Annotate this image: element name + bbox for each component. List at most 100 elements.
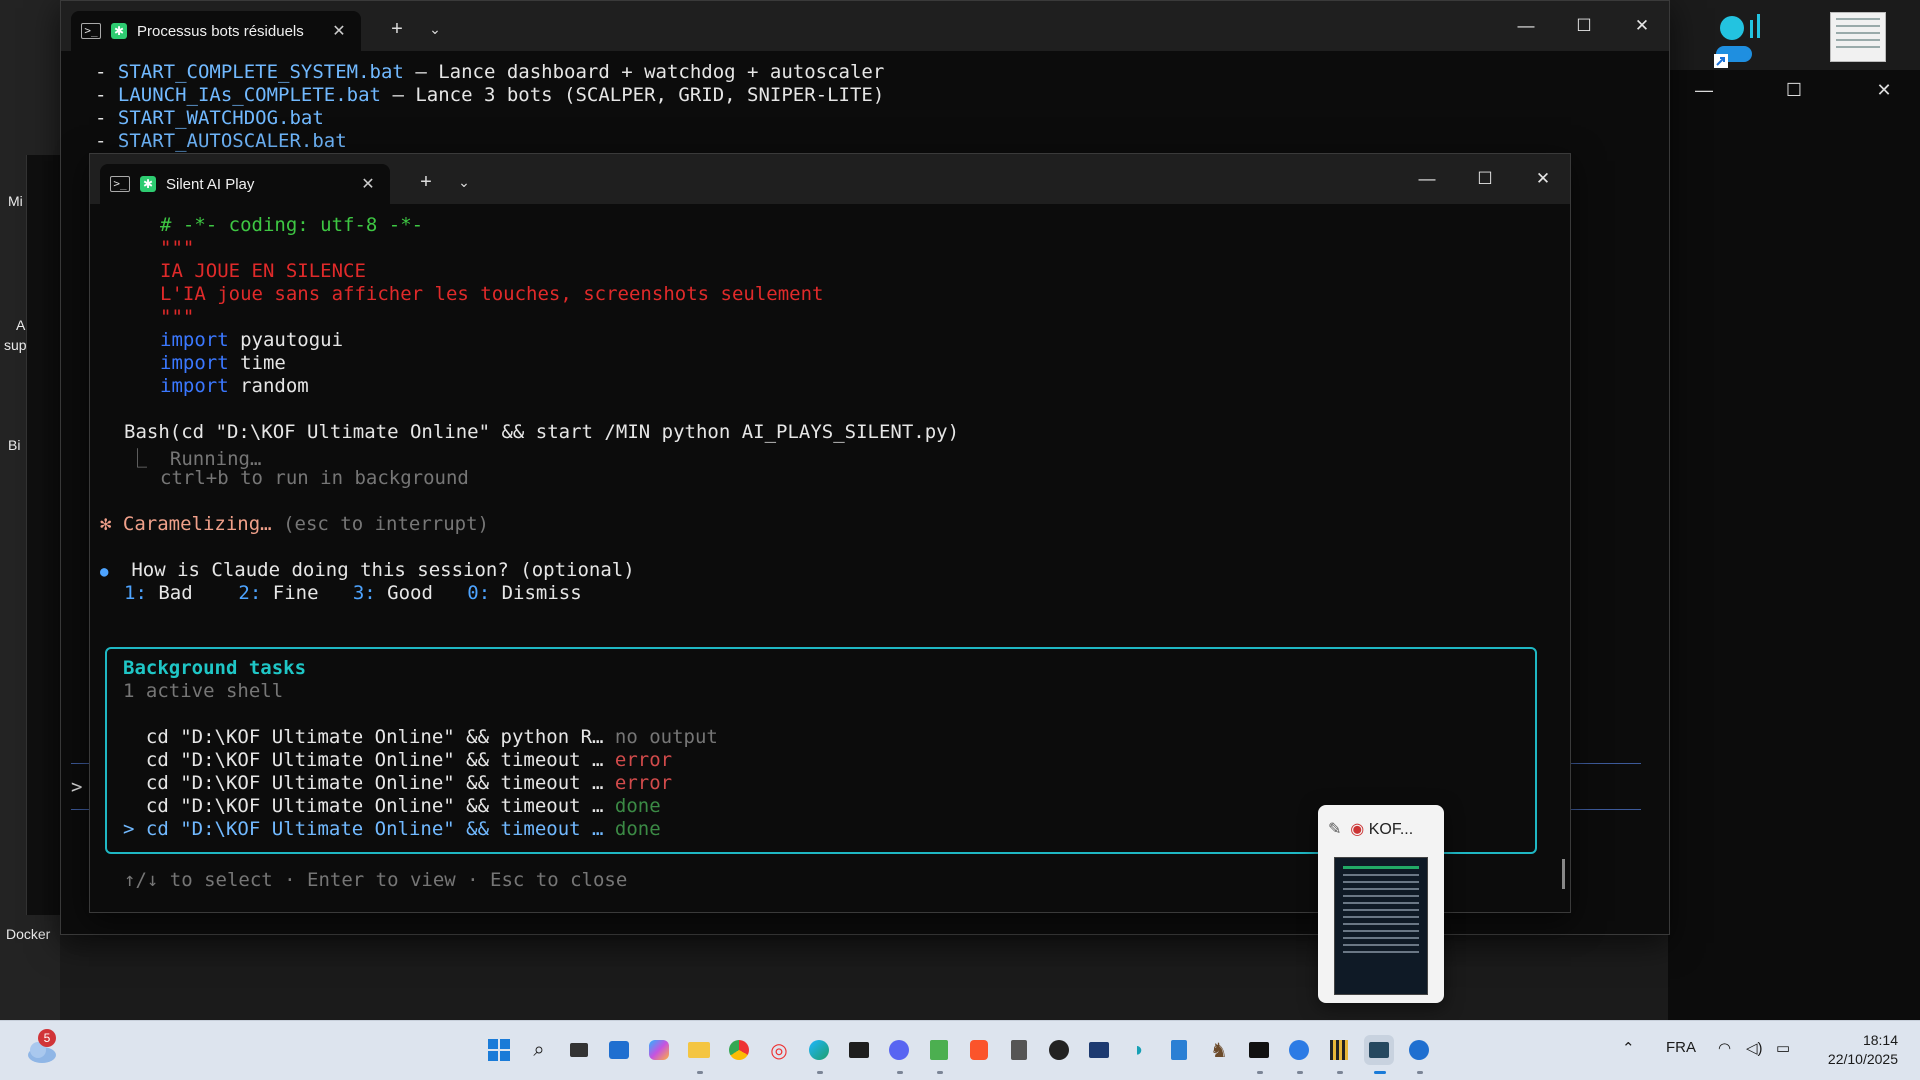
- powershell-icon[interactable]: [1084, 1035, 1114, 1065]
- notepad-icon[interactable]: [924, 1035, 954, 1065]
- calculator-icon[interactable]: [1004, 1035, 1034, 1065]
- code-line: import time: [160, 352, 286, 374]
- taskbar: 5 ⌕ ◎ ◗ ♞ ⌃ FRA ◠ ◁) ▭ 18:14 22/10/2025: [0, 1020, 1920, 1080]
- clock-time: 18:14: [1862, 1032, 1898, 1048]
- claude-icon: ✱: [140, 176, 156, 192]
- cmd-icon[interactable]: [1244, 1035, 1274, 1065]
- feedback-options[interactable]: 1: Bad 2: Fine 3: Good 0: Dismiss: [124, 582, 582, 604]
- game-icon[interactable]: ♞: [1204, 1035, 1234, 1065]
- clock-date: 22/10/2025: [1827, 1051, 1898, 1067]
- wifi-icon[interactable]: ◠: [1718, 1039, 1731, 1057]
- close-tab-icon[interactable]: ✕: [327, 21, 351, 41]
- store-icon[interactable]: [604, 1035, 634, 1065]
- terminal-icon[interactable]: [844, 1035, 874, 1065]
- scrollbar[interactable]: [1562, 859, 1565, 889]
- preview-title: ✎ ◉ KOF...: [1328, 821, 1414, 838]
- code-line: """: [160, 306, 195, 328]
- code-line: # -*- coding: utf-8 -*-: [160, 214, 424, 236]
- minimize-icon[interactable]: —: [1398, 154, 1456, 204]
- desktop-label[interactable]: A: [16, 317, 25, 333]
- background-hint: ctrl+b to run in background: [160, 467, 469, 489]
- code-line: import pyautogui: [160, 329, 344, 351]
- obs-icon[interactable]: [1044, 1035, 1074, 1065]
- output-line: - START_AUTOSCALER.bat: [95, 130, 347, 152]
- close-icon[interactable]: ✕: [1514, 154, 1572, 204]
- chrome-icon[interactable]: [724, 1035, 754, 1065]
- new-tab-icon[interactable]: +: [408, 164, 444, 200]
- copilot-icon[interactable]: [644, 1035, 674, 1065]
- task-row-selected[interactable]: > cd "D:\KOF Ultimate Online" && timeout…: [123, 818, 661, 840]
- brave-icon[interactable]: [964, 1035, 994, 1065]
- running-indicator: [1297, 1071, 1303, 1074]
- feather-icon: ✎: [1328, 821, 1342, 838]
- running-indicator: [897, 1071, 903, 1074]
- start-icon[interactable]: [484, 1035, 514, 1065]
- footer-hint: ↑/↓ to select · Enter to view · Esc to c…: [124, 869, 628, 891]
- maximize-icon[interactable]: ☐: [1555, 1, 1613, 51]
- code-line: L'IA joue sans afficher les touches, scr…: [160, 283, 824, 305]
- close-icon[interactable]: ✕: [1856, 70, 1912, 110]
- desktop-label[interactable]: Mi: [8, 193, 23, 209]
- running-indicator: [697, 1071, 703, 1074]
- tab-silent-ai-play[interactable]: >_ ✱ Silent AI Play ✕: [100, 164, 390, 204]
- titlebar: >_ ✱ Silent AI Play ✕ + ⌄ — ☐ ✕: [90, 154, 1570, 204]
- task-row[interactable]: cd "D:\KOF Ultimate Online" && timeout ……: [123, 772, 672, 794]
- discord-icon[interactable]: [884, 1035, 914, 1065]
- battery-icon[interactable]: ▭: [1776, 1039, 1790, 1057]
- document-thumbnail[interactable]: [1830, 12, 1886, 62]
- opera-icon[interactable]: ◎: [764, 1035, 794, 1065]
- desktop-label[interactable]: Bi: [8, 437, 20, 453]
- task-row[interactable]: cd "D:\KOF Ultimate Online" && python R……: [123, 726, 718, 748]
- terminal-window-inner: >_ ✱ Silent AI Play ✕ + ⌄ — ☐ ✕ # -*- co…: [89, 153, 1571, 913]
- bluestacks-icon[interactable]: [1284, 1035, 1314, 1065]
- mx-icon[interactable]: [1404, 1035, 1434, 1065]
- maximize-icon[interactable]: ☐: [1456, 154, 1514, 204]
- powershell-icon: >_: [81, 23, 101, 39]
- status-line: ✻ Caramelizing… (esc to interrupt): [100, 513, 489, 535]
- task-row[interactable]: cd "D:\KOF Ultimate Online" && timeout ……: [123, 749, 672, 771]
- code-line: """: [160, 237, 195, 259]
- clock[interactable]: 18:14 22/10/2025: [1828, 1031, 1898, 1069]
- desktop-label[interactable]: Docker: [6, 926, 50, 942]
- running-indicator: [1417, 1071, 1423, 1074]
- taskbar-preview[interactable]: ✎ ◉ KOF...: [1318, 805, 1444, 1003]
- close-icon[interactable]: ✕: [1613, 1, 1671, 51]
- search-icon[interactable]: ⌕: [524, 1035, 554, 1065]
- code-line: import random: [160, 375, 309, 397]
- language-indicator[interactable]: FRA: [1666, 1039, 1696, 1056]
- running-indicator: [937, 1071, 943, 1074]
- close-tab-icon[interactable]: ✕: [356, 174, 380, 194]
- chevron-up-icon[interactable]: ⌃: [1622, 1039, 1635, 1057]
- maximize-icon[interactable]: ☐: [1766, 70, 1822, 110]
- powershell-icon: >_: [110, 176, 130, 192]
- code-line: IA JOUE EN SILENCE: [160, 260, 366, 282]
- chevron-down-icon[interactable]: ⌄: [446, 164, 482, 200]
- desktop-label[interactable]: sup: [4, 337, 27, 353]
- folder-icon[interactable]: [684, 1035, 714, 1065]
- kof-icon: ◉: [1350, 821, 1365, 838]
- running-indicator: [817, 1071, 823, 1074]
- minimize-icon[interactable]: —: [1676, 70, 1732, 110]
- task-row[interactable]: cd "D:\KOF Ultimate Online" && timeout ……: [123, 795, 661, 817]
- task-view-icon[interactable]: [564, 1035, 594, 1065]
- chevron-down-icon[interactable]: ⌄: [417, 11, 453, 47]
- new-tab-icon[interactable]: +: [379, 11, 415, 47]
- app-icon[interactable]: ◗: [1124, 1035, 1154, 1065]
- preview-thumbnail: [1334, 857, 1428, 995]
- notes-icon[interactable]: [1164, 1035, 1194, 1065]
- panel-title: Background tasks: [123, 657, 307, 679]
- titlebar: >_ ✱ Processus bots résiduels ✕ + ⌄ — ☐ …: [61, 1, 1669, 51]
- edge-icon[interactable]: [804, 1035, 834, 1065]
- notification-badge: 5: [38, 1029, 56, 1047]
- output-line: - START_WATCHDOG.bat: [95, 107, 324, 129]
- panel-subtitle: 1 active shell: [123, 680, 284, 702]
- kof-game-icon[interactable]: [1364, 1035, 1394, 1065]
- kof-icon[interactable]: [1324, 1035, 1354, 1065]
- tab-processus[interactable]: >_ ✱ Processus bots résiduels ✕: [71, 11, 361, 51]
- output-line: - LAUNCH_IAs_COMPLETE.bat – Lance 3 bots…: [95, 84, 885, 106]
- app-shortcut-icon[interactable]: [1712, 8, 1762, 68]
- minimize-icon[interactable]: —: [1497, 1, 1555, 51]
- background-window: — ☐ ✕: [1668, 70, 1920, 1020]
- volume-icon[interactable]: ◁): [1746, 1039, 1763, 1057]
- tab-title: Processus bots résiduels: [137, 22, 304, 40]
